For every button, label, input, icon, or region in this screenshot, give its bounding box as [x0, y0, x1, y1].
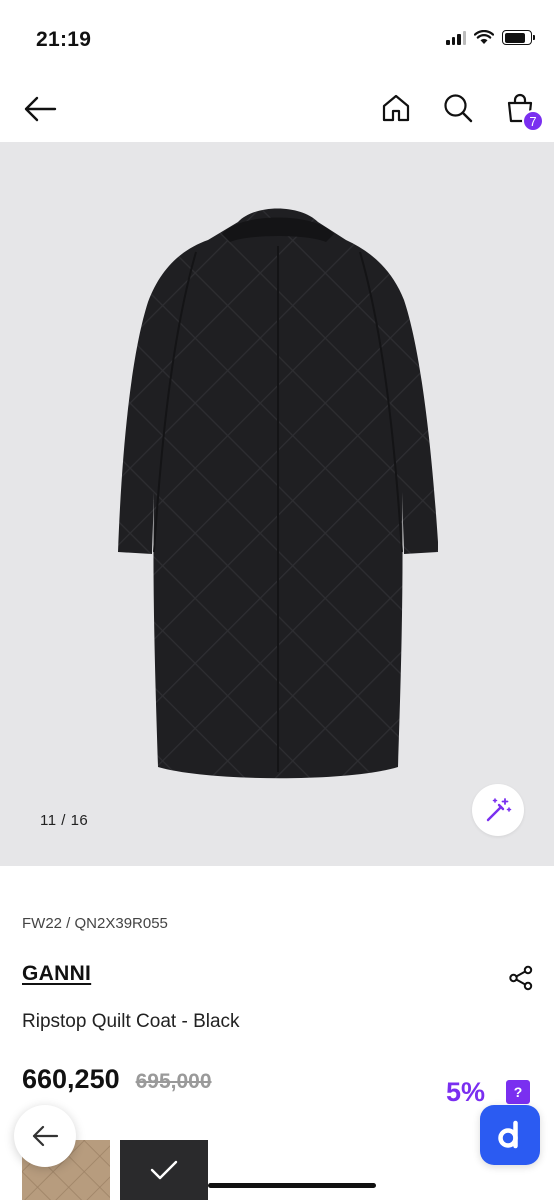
product-name: Ripstop Quilt Coat - Black — [22, 1011, 240, 1032]
back-arrow-icon — [24, 96, 57, 122]
app-logo-icon — [498, 1120, 518, 1149]
signal-icon — [446, 30, 466, 45]
image-counter: 11 / 16 — [40, 812, 89, 829]
share-icon — [509, 965, 533, 991]
price-current: 660,250 — [22, 1064, 120, 1094]
price-original: 695,000 — [135, 1070, 212, 1093]
battery-icon — [502, 30, 535, 45]
floating-back-button[interactable] — [14, 1105, 76, 1167]
home-indicator — [208, 1183, 376, 1188]
product-photo — [118, 208, 438, 779]
thumbnail-item-selected[interactable] — [120, 1140, 208, 1200]
nav-actions: 7 — [378, 90, 544, 132]
ai-style-button[interactable] — [472, 784, 524, 836]
price-row: 660,250 695,000 — [22, 1064, 212, 1095]
discount-help-button[interactable]: ? — [506, 1080, 530, 1104]
cart-button[interactable]: 7 — [502, 90, 544, 132]
back-button[interactable] — [22, 94, 58, 124]
brand-link[interactable]: GANNI — [22, 962, 91, 986]
nav-bar: 7 — [0, 82, 554, 140]
status-time: 21:19 — [36, 28, 92, 51]
home-icon — [382, 94, 410, 122]
home-button[interactable] — [378, 90, 414, 126]
product-image-gallery[interactable]: 11 / 16 — [0, 142, 554, 866]
back-arrow-icon — [32, 1125, 59, 1147]
status-icons — [446, 30, 535, 45]
season-code: FW22 / QN2X39R055 — [22, 915, 168, 932]
status-bar: 21:19 — [0, 0, 554, 80]
wifi-icon — [474, 30, 494, 44]
search-icon — [444, 94, 473, 123]
discount-rate: 5% — [446, 1077, 486, 1107]
share-button[interactable] — [508, 965, 534, 991]
recent-thumbnails — [0, 1140, 554, 1200]
magic-wand-icon — [486, 798, 512, 822]
cart-count-badge: 7 — [522, 110, 544, 132]
search-button[interactable] — [440, 90, 476, 126]
check-icon — [150, 1160, 178, 1180]
app-fab-button[interactable] — [480, 1105, 540, 1165]
